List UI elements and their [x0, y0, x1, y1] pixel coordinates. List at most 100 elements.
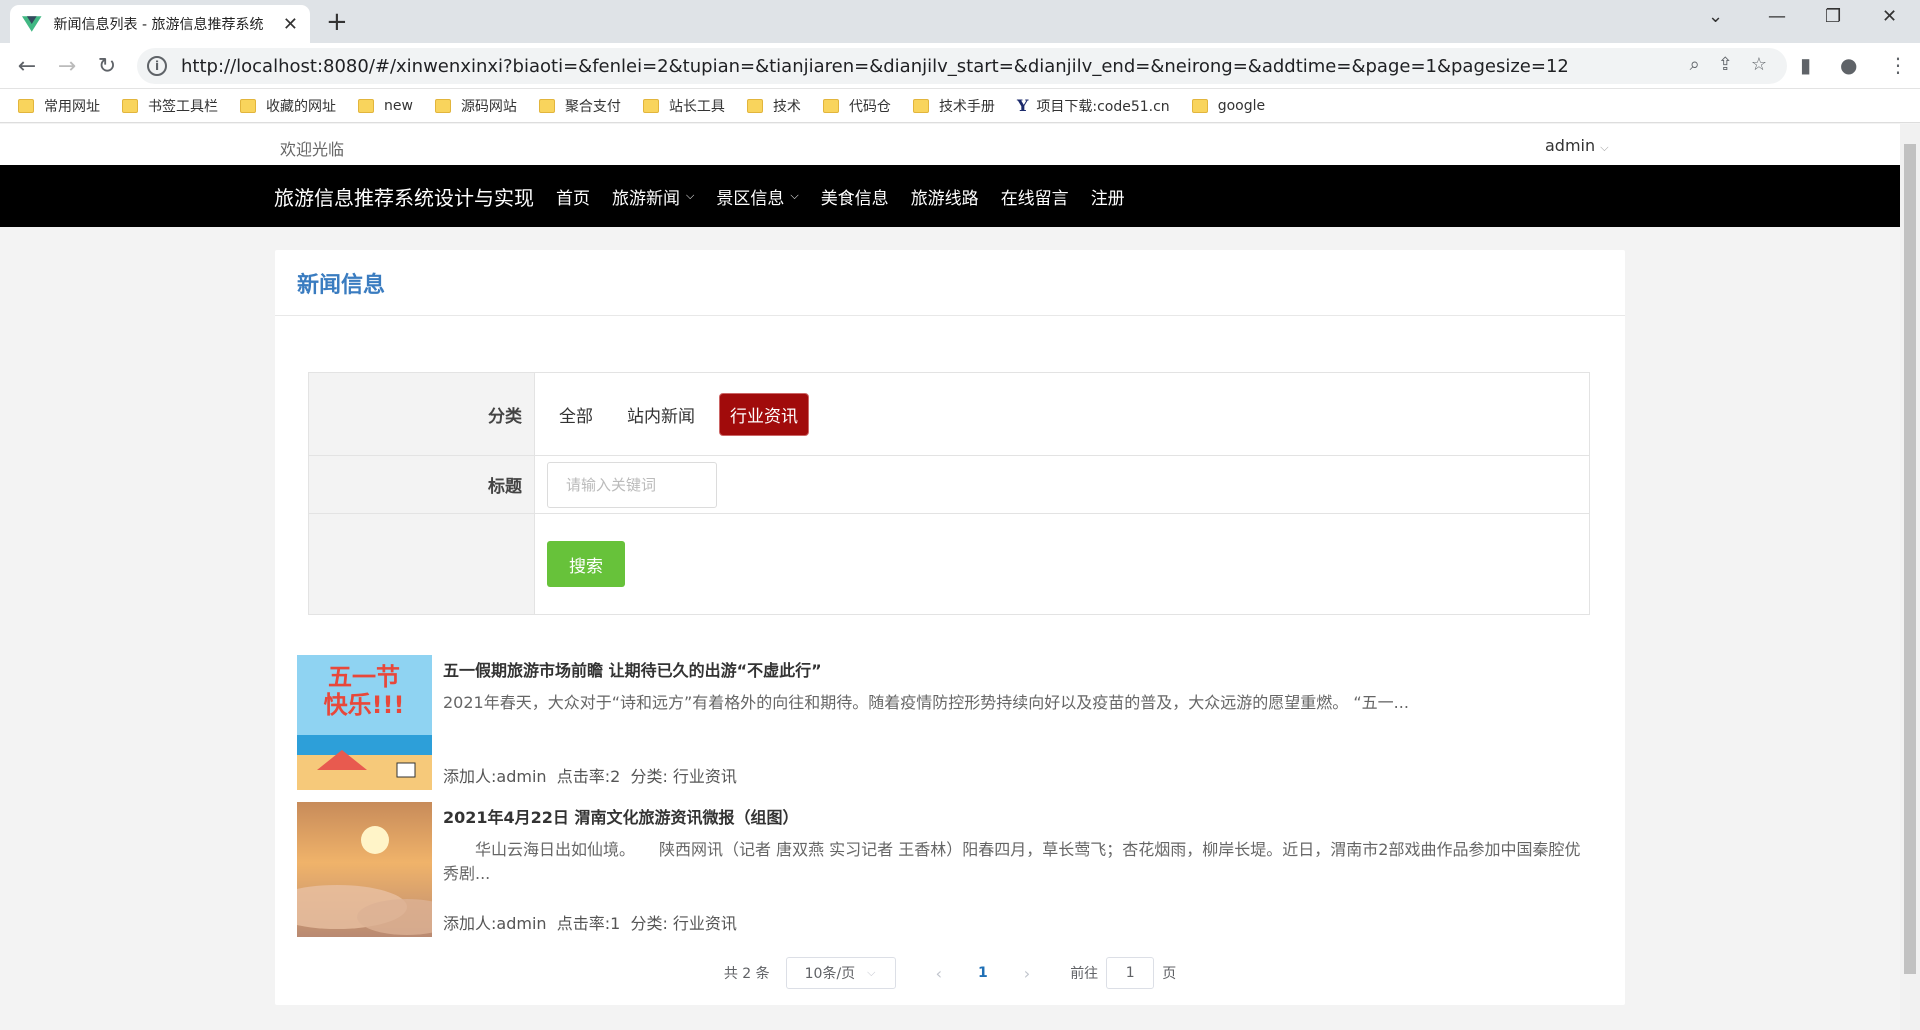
- top-bar: 欢迎光临 admin ⌵: [0, 124, 1900, 165]
- new-tab-icon[interactable]: +: [326, 8, 348, 36]
- news-summary: 华山云海日出如仙境。 陕西网讯（记者 唐双燕 实习记者 王香林）阳春四月，草长莺…: [443, 840, 1581, 883]
- category-all[interactable]: 全部: [549, 394, 603, 435]
- image-caption-text: 五一节: [328, 663, 400, 691]
- goto-prefix: 前往: [1070, 966, 1099, 982]
- side-panel-icon[interactable]: ▮: [1800, 53, 1811, 77]
- folder-icon: [746, 98, 763, 113]
- browser-toolbar: ← → ↻ i http://localhost:8080/#/xinwenxi…: [0, 43, 1920, 89]
- back-icon[interactable]: ←: [12, 51, 42, 81]
- user-menu[interactable]: admin ⌵: [1545, 136, 1609, 155]
- nav-messages[interactable]: 在线留言: [1001, 184, 1069, 209]
- page-size-select[interactable]: 10条/页 ⌵: [785, 957, 896, 989]
- tab-search-icon[interactable]: ⌄: [1708, 6, 1723, 27]
- folder-icon: [912, 98, 929, 113]
- tab-strip: 新闻信息列表 - 旅游信息推荐系统 ✕ + ⌄ — ❐ ✕: [0, 0, 1920, 43]
- site-info-icon[interactable]: i: [147, 56, 167, 76]
- vue-favicon-icon: [22, 16, 42, 32]
- share-icon[interactable]: ⇪: [1718, 54, 1733, 75]
- scrollbar-thumb[interactable]: [1904, 144, 1916, 974]
- chevron-down-icon: ⌵: [867, 966, 876, 979]
- nav-scenic-spots[interactable]: 景区信息 ⌵: [716, 184, 798, 209]
- bookmark-item[interactable]: 源码网站: [434, 96, 517, 116]
- bookmark-star-icon[interactable]: ☆: [1751, 54, 1767, 75]
- minimize-icon[interactable]: —: [1768, 6, 1786, 27]
- filter-table: 分类 全部 站内新闻 行业资讯 标题 请输入关键词 搜索: [308, 372, 1590, 615]
- category-site-news[interactable]: 站内新闻: [617, 394, 705, 435]
- nav-routes[interactable]: 旅游线路: [911, 184, 979, 209]
- search-button[interactable]: 搜索: [547, 541, 625, 587]
- news-thumbnail[interactable]: [297, 802, 432, 937]
- folder-icon: [538, 98, 555, 113]
- site-brand[interactable]: 旅游信息推荐系统设计与实现: [274, 182, 534, 211]
- folder-icon: [18, 98, 34, 113]
- news-meta: 添加人:admin 点击率:2 分类: 行业资讯: [443, 767, 737, 786]
- bookmark-item[interactable]: 聚合支付: [538, 96, 621, 116]
- main-nav: 旅游信息推荐系统设计与实现 首页 旅游新闻 ⌵ 景区信息 ⌵ 美食信息 旅游线路 在…: [0, 165, 1900, 227]
- zoom-icon[interactable]: ⌕: [1690, 54, 1700, 75]
- news-title[interactable]: 2021年4月22日 渭南文化旅游资讯微报（组图）: [443, 804, 799, 828]
- bookmark-item[interactable]: google: [1191, 98, 1265, 114]
- nav-food[interactable]: 美食信息: [821, 184, 889, 209]
- bookmark-item[interactable]: 书签工具栏: [122, 96, 218, 116]
- bookmark-item[interactable]: 技术: [746, 96, 801, 116]
- prev-page-icon[interactable]: ‹: [936, 964, 942, 983]
- bookmark-item[interactable]: 技术手册: [912, 96, 995, 116]
- folder-icon: [434, 98, 451, 113]
- tab-title: 新闻信息列表 - 旅游信息推荐系统: [53, 17, 264, 33]
- menu-kebab-icon[interactable]: ⋮: [1888, 53, 1908, 77]
- folder-icon: [122, 98, 138, 113]
- close-window-icon[interactable]: ✕: [1882, 6, 1897, 27]
- filter-row-category: 分类 全部 站内新闻 行业资讯: [309, 373, 1589, 456]
- goto-page-input[interactable]: 1: [1106, 957, 1155, 989]
- category-label: 分类: [309, 373, 535, 455]
- bookmark-item[interactable]: 站长工具: [642, 96, 725, 116]
- filter-row-title: 标题 请输入关键词: [309, 456, 1589, 514]
- nav-travel-news[interactable]: 旅游新闻 ⌵: [612, 184, 694, 209]
- close-tab-icon[interactable]: ✕: [283, 14, 298, 35]
- news-item[interactable]: 2021年4月22日 渭南文化旅游资讯微报（组图） 华山云海日出如仙境。 陕西网…: [297, 802, 1597, 938]
- category-industry-news[interactable]: 行业资讯: [719, 392, 809, 436]
- bookmark-item[interactable]: 收藏的网址: [240, 96, 336, 116]
- folder-icon: [822, 98, 839, 113]
- bookmark-item[interactable]: Y 项目下载:code51.cn: [1017, 96, 1170, 116]
- folder-icon: [642, 98, 659, 113]
- url-text[interactable]: http://localhost:8080/#/xinwenxinxi?biao…: [181, 56, 1569, 77]
- bookmark-item[interactable]: 常用网址: [18, 96, 100, 116]
- filter-row-search: 搜索: [309, 514, 1589, 614]
- bookmark-item[interactable]: 代码仓: [822, 96, 891, 116]
- keyword-input[interactable]: 请输入关键词: [547, 461, 717, 508]
- welcome-text: 欢迎光临: [280, 140, 345, 159]
- folder-icon: [1191, 98, 1208, 113]
- news-thumbnail[interactable]: 五一节 快乐!!!: [297, 655, 432, 790]
- page-title: 新闻信息: [275, 250, 1625, 316]
- reload-icon[interactable]: ↻: [92, 51, 122, 81]
- browser-tab[interactable]: 新闻信息列表 - 旅游信息推荐系统 ✕: [10, 5, 310, 43]
- next-page-icon[interactable]: ›: [1024, 964, 1030, 983]
- code51-logo-icon: Y: [1016, 96, 1029, 115]
- chevron-down-icon: ⌵: [1600, 141, 1609, 154]
- svg-text:快乐!!!: 快乐!!!: [324, 691, 405, 719]
- nav-register[interactable]: 注册: [1091, 184, 1125, 209]
- chevron-down-icon: ⌵: [790, 189, 799, 202]
- address-bar[interactable]: i http://localhost:8080/#/xinwenxinxi?bi…: [137, 48, 1787, 84]
- profile-avatar-icon[interactable]: ●: [1840, 53, 1857, 77]
- bookmarks-bar: 常用网址 书签工具栏 收藏的网址 new 源码网站 聚合支付 站长工具 技术 代…: [0, 89, 1920, 123]
- goto-suffix: 页: [1162, 966, 1177, 982]
- title-label: 标题: [309, 456, 535, 513]
- browser-window: 新闻信息列表 - 旅游信息推荐系统 ✕ + ⌄ — ❐ ✕ ← → ↻ i ht…: [0, 0, 1920, 1030]
- news-meta: 添加人:admin 点击率:1 分类: 行业资讯: [443, 914, 737, 933]
- page-scrollbar[interactable]: [1900, 124, 1920, 1030]
- page-number[interactable]: 1: [978, 965, 988, 981]
- pagination: 共 2 条 10条/页 ⌵ ‹ 1 › 前往 1 页: [275, 957, 1625, 989]
- web-page: 欢迎光临 admin ⌵ 旅游信息推荐系统设计与实现 首页 旅游新闻 ⌵ 景区信息…: [0, 124, 1900, 1030]
- restore-icon[interactable]: ❐: [1825, 6, 1841, 27]
- news-item[interactable]: 五一节 快乐!!! 五一假期旅游市场前瞻 让期待已久的出游“不虚此行” 2021…: [297, 655, 1597, 791]
- nav-home[interactable]: 首页: [556, 184, 590, 209]
- news-panel: 新闻信息 分类 全部 站内新闻 行业资讯 标题 请输入关键词 搜索 五一节 快乐…: [275, 250, 1625, 1005]
- bookmark-item[interactable]: new: [358, 98, 413, 114]
- news-summary: 2021年春天，大众对于“诗和远方”有着格外的向往和期待。随着疫情防控形势持续向…: [443, 693, 1409, 712]
- folder-icon: [240, 98, 256, 113]
- forward-icon[interactable]: →: [52, 51, 82, 81]
- folder-icon: [358, 98, 374, 113]
- news-title[interactable]: 五一假期旅游市场前瞻 让期待已久的出游“不虚此行”: [443, 657, 822, 681]
